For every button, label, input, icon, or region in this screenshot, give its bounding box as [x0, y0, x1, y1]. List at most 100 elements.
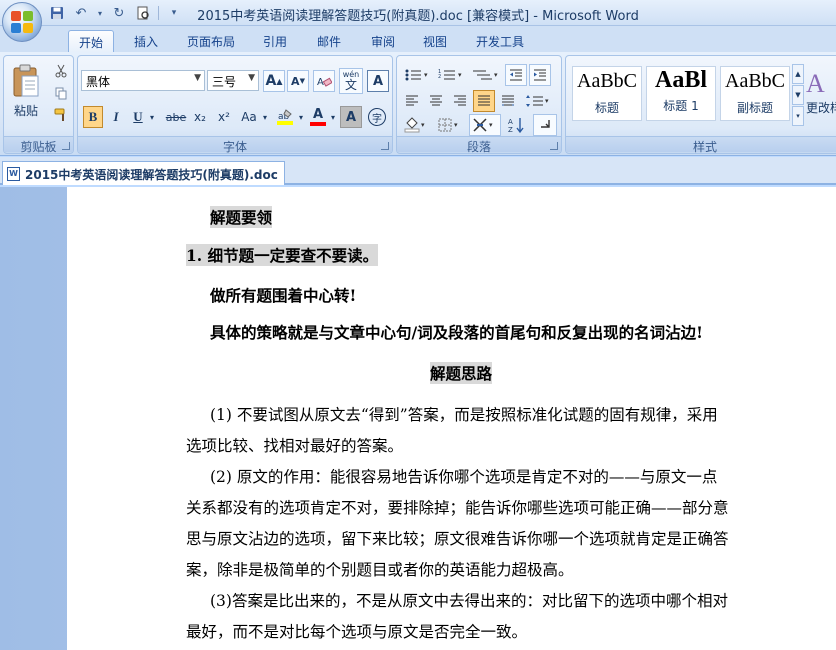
- tab-home[interactable]: 开始: [68, 30, 114, 52]
- shading-button[interactable]: ▾: [401, 114, 431, 136]
- numbering-button[interactable]: 1 2 ▾: [435, 64, 467, 86]
- styles-scroll-up-icon[interactable]: ▲: [792, 64, 804, 84]
- clear-formatting-button[interactable]: A: [313, 70, 335, 92]
- svg-text:▾: ▾: [424, 71, 428, 79]
- shrink-font-button[interactable]: A ▼: [287, 70, 309, 92]
- line-spacing-button[interactable]: ▾: [521, 90, 555, 112]
- format-painter-icon[interactable]: [52, 106, 70, 124]
- increase-indent-button[interactable]: [529, 64, 551, 86]
- superscript-button[interactable]: x²: [214, 106, 234, 128]
- svg-text:▾: ▾: [454, 121, 458, 129]
- paragraph-group-label: 段落: [397, 136, 561, 154]
- borders-icon: ▾: [438, 118, 458, 132]
- ribbon: 粘贴 剪贴板 黑体 ▼ 三号 ▼ A ▲ A ▼ A wén 文 A B I U…: [0, 52, 836, 156]
- para3-line2: 最好，而不是对比每个选项与原文是否完全一致。: [186, 623, 528, 641]
- font-group-label: 字体: [78, 136, 392, 154]
- svg-text:A: A: [317, 77, 324, 88]
- change-styles-label: 更改样式: [806, 100, 836, 115]
- copy-icon[interactable]: [52, 84, 70, 102]
- style-item-title[interactable]: AaBbC 标题: [572, 66, 642, 121]
- document-page[interactable]: 解题要领 1. 细节题一定要查不要读。 做所有题围着中心转! 具体的策略就是与文…: [67, 187, 836, 650]
- enclose-characters-button[interactable]: 字: [366, 106, 388, 128]
- heading-solving-approach: 解题思路: [430, 362, 493, 384]
- italic-button[interactable]: I: [106, 106, 126, 128]
- text-highlight-button[interactable]: ab: [274, 106, 296, 128]
- justify-button[interactable]: [473, 90, 495, 112]
- tab-developer[interactable]: 开发工具: [468, 30, 532, 52]
- font-color-dropdown-icon[interactable]: ▾: [328, 106, 338, 128]
- tab-review[interactable]: 审阅: [362, 30, 404, 52]
- font-size-combo[interactable]: 三号 ▼: [207, 70, 259, 91]
- font-name-dropdown-icon[interactable]: ▼: [194, 73, 201, 83]
- align-right-icon: [454, 95, 466, 106]
- sort-button[interactable]: AZ: [505, 114, 529, 136]
- align-left-button[interactable]: [401, 90, 423, 112]
- styles-scroll-down-icon[interactable]: ▼: [792, 85, 804, 105]
- tab-references[interactable]: 引用: [254, 30, 296, 52]
- grow-font-button[interactable]: A ▲: [263, 70, 285, 92]
- clipboard-launcher-icon[interactable]: [62, 142, 70, 150]
- svg-text:▾: ▾: [545, 97, 549, 105]
- line-spacing-icon: ▾: [526, 95, 549, 107]
- cut-icon[interactable]: [52, 62, 70, 80]
- align-center-button[interactable]: [425, 90, 447, 112]
- font-name-combo[interactable]: 黑体 ▼: [81, 70, 205, 91]
- svg-text:▾: ▾: [458, 71, 462, 79]
- phonetic-guide-button[interactable]: wén 文: [339, 68, 363, 94]
- font-color-button[interactable]: A: [308, 106, 328, 128]
- change-styles-icon: A: [806, 68, 825, 98]
- font-name-value: 黑体: [86, 75, 111, 89]
- underline-dropdown-icon[interactable]: ▾: [146, 106, 158, 128]
- strikethrough-button[interactable]: abe: [164, 106, 188, 128]
- clear-formatting-icon: A: [317, 77, 332, 88]
- styles-more-icon[interactable]: ▾: [792, 106, 804, 126]
- align-left-icon: [406, 95, 418, 106]
- office-button[interactable]: [2, 2, 42, 42]
- paste-button[interactable]: 粘贴: [8, 60, 44, 122]
- style-item-subtitle[interactable]: AaBbC 副标题: [720, 66, 790, 121]
- underline-button[interactable]: U: [130, 106, 146, 128]
- distributed-button[interactable]: [497, 90, 519, 112]
- tab-view[interactable]: 视图: [414, 30, 456, 52]
- multilevel-list-button[interactable]: ▾: [469, 64, 503, 86]
- character-border-button[interactable]: A: [367, 70, 389, 92]
- bullets-icon: ▾: [405, 69, 428, 81]
- borders-button[interactable]: ▾: [435, 114, 465, 136]
- asian-layout-button[interactable]: ▾: [469, 114, 501, 136]
- bullets-button[interactable]: ▾: [401, 64, 433, 86]
- font-color-swatch: [310, 122, 326, 126]
- title-bar: ↶ ▾ ↻ ▾ 2015中考英语阅读理解答题技巧(附真题).doc [兼容模式]…: [0, 0, 836, 26]
- subscript-button[interactable]: x₂: [190, 106, 210, 128]
- font-launcher-icon[interactable]: [381, 142, 389, 150]
- document-tab[interactable]: W 2015中考英语阅读理解答题技巧(附真题).doc: [2, 161, 285, 185]
- word-document-icon: W: [7, 167, 20, 181]
- show-hide-marks-button[interactable]: [533, 114, 557, 136]
- phonetic-guide-char: 文: [344, 78, 357, 92]
- change-styles-button[interactable]: A 更改样式: [806, 60, 836, 124]
- align-right-button[interactable]: [449, 90, 471, 112]
- ribbon-tab-bar: 开始 插入 页面布局 引用 邮件 审阅 视图 开发工具: [0, 26, 836, 52]
- change-case-button[interactable]: Aa: [238, 106, 260, 128]
- multilevel-list-icon: ▾: [473, 70, 498, 80]
- change-case-dropdown-icon[interactable]: ▾: [260, 106, 270, 128]
- heading-solving-essentials: 解题要领: [210, 206, 273, 228]
- tab-mailings[interactable]: 邮件: [308, 30, 350, 52]
- grow-font-label: A: [265, 73, 277, 89]
- style-item-heading1[interactable]: AaBl 标题 1: [646, 66, 716, 121]
- clipboard-group: 粘贴 剪贴板: [3, 55, 74, 154]
- character-shading-button[interactable]: A: [340, 106, 362, 128]
- bold-button[interactable]: B: [83, 106, 103, 128]
- tab-page-layout[interactable]: 页面布局: [180, 30, 242, 52]
- style-name-subtitle: 副标题: [736, 101, 773, 115]
- document-tab-bar: W 2015中考英语阅读理解答题技巧(附真题).doc: [0, 157, 836, 185]
- paragraph-launcher-icon[interactable]: [550, 142, 558, 150]
- para2-line2: 关系都没有的选项肯定不对，要排除掉；能告诉你哪些选项可能正确——部分意: [186, 499, 729, 517]
- svg-text:▾: ▾: [489, 121, 493, 129]
- point-detail-questions: 1. 细节题一定要查不要读。: [186, 244, 379, 266]
- para2-line4: 案，除非是极简单的个别题目或者你的英语能力超极高。: [186, 561, 574, 579]
- style-name-title: 标题: [594, 101, 619, 115]
- highlight-dropdown-icon[interactable]: ▾: [296, 106, 306, 128]
- decrease-indent-button[interactable]: [505, 64, 527, 86]
- tab-insert[interactable]: 插入: [124, 30, 168, 52]
- font-size-dropdown-icon[interactable]: ▼: [248, 73, 255, 83]
